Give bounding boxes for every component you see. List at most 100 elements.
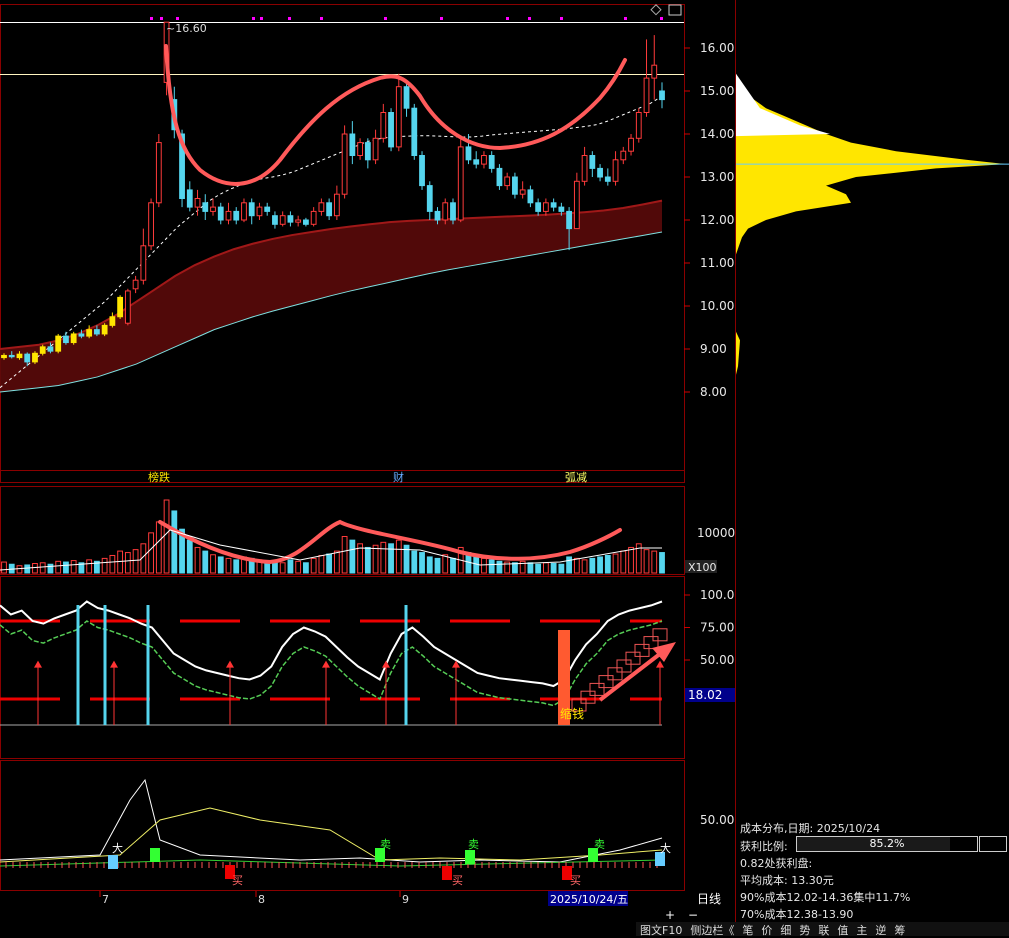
candle-body [217, 206, 224, 221]
candle-body [241, 202, 247, 221]
volume-bar [333, 550, 340, 574]
tab-9[interactable]: 逆 [871, 922, 890, 937]
top-marker [440, 17, 443, 20]
candle-body [140, 245, 147, 281]
top-marker [160, 17, 163, 20]
volume-bar [47, 563, 54, 574]
top-marker [528, 17, 531, 20]
candle-body [63, 335, 69, 344]
tab-4[interactable]: 细 [776, 922, 795, 937]
candle-body [16, 353, 23, 359]
candle-body [86, 329, 93, 337]
candle-body [47, 346, 54, 352]
profit-ratio-bar: 85.2% [796, 836, 978, 852]
candle-body [581, 155, 588, 182]
background [0, 0, 1009, 936]
cost-90-range: 90%成本12.02-14.36集中11.7% [740, 891, 911, 904]
candle-body [55, 335, 62, 352]
signal-buy-3: 买 [570, 874, 581, 887]
candle-body [326, 202, 333, 217]
candle-body [434, 210, 441, 221]
zoom-out-button[interactable]: − [688, 908, 698, 922]
volume-bar [303, 562, 309, 574]
candle-body [542, 202, 549, 212]
volume-bar [155, 521, 162, 574]
zoom-in-button[interactable]: + [665, 908, 675, 922]
note-1: 榜跌 [148, 470, 170, 484]
top-marker [560, 17, 563, 20]
tab-8[interactable]: 主 [852, 922, 871, 937]
volume-bar [512, 562, 518, 574]
candle-body [612, 159, 619, 182]
candle-body [504, 176, 511, 187]
candle-body [364, 142, 371, 161]
volume-unit: X100 [688, 561, 717, 574]
tab-6[interactable]: 联 [814, 922, 833, 937]
volume-bar [581, 559, 588, 574]
volume-bar [419, 552, 425, 574]
candle-body [357, 142, 363, 157]
volume-bar [310, 557, 317, 574]
volume-bar [589, 557, 596, 574]
candle-body [210, 206, 216, 212]
volume-bar [434, 557, 441, 574]
candle-body [117, 296, 124, 318]
volume-bar [217, 556, 224, 574]
volume-bar [535, 563, 542, 574]
profit-at-line: 0.82处获利盘: [740, 857, 813, 870]
volume-bar [659, 552, 665, 574]
volume-bar [426, 556, 433, 574]
price-tick-label: 14.00 [700, 127, 734, 141]
volume-bar [148, 532, 154, 574]
candle-body [604, 176, 611, 182]
candle-body [132, 279, 139, 290]
volume-bar [442, 554, 449, 574]
price-tick-label: 8.00 [700, 385, 727, 399]
volume-bar [39, 562, 46, 574]
note-2: 财 [393, 470, 404, 484]
tab-3[interactable]: 价 [757, 922, 776, 937]
volume-bar [612, 553, 619, 574]
volume-bar [171, 510, 178, 574]
volume-bar [63, 561, 69, 574]
month-label: 8 [258, 893, 265, 906]
candle-body [78, 333, 85, 337]
candle-body [527, 189, 534, 204]
candle-body [450, 202, 456, 221]
candle-body [333, 193, 340, 217]
candle-body [349, 133, 356, 156]
tab-10[interactable]: 筹 [890, 922, 909, 937]
price-tick-label: 13.00 [700, 170, 734, 184]
tab-1[interactable]: 侧边栏《 [686, 922, 738, 937]
volume-bar [643, 549, 650, 574]
bot-signal-box [108, 855, 118, 869]
price-tick-label: 10.00 [700, 299, 734, 313]
tab-5[interactable]: 势 [795, 922, 814, 937]
candle-body [256, 206, 263, 217]
top-marker [252, 17, 255, 20]
candle-body [628, 137, 634, 152]
volume-bar [481, 557, 487, 574]
tab-0[interactable]: 图文F10 [636, 922, 686, 937]
volume-bar [1, 561, 7, 574]
candle-body [225, 210, 232, 221]
ratio-input-box[interactable] [979, 836, 1007, 852]
candle-body [341, 133, 348, 195]
note-3: 弧减 [565, 470, 587, 484]
volume-bar [372, 544, 379, 574]
candle-body [287, 215, 294, 223]
month-label: 9 [402, 893, 409, 906]
bot-signal-box [442, 866, 452, 880]
average-cost: 平均成本: 13.30元 [740, 874, 834, 887]
candle-body [264, 206, 271, 212]
candle-body [419, 155, 425, 187]
candle-body [279, 215, 286, 225]
candle-body [512, 176, 518, 195]
candle-body [109, 316, 116, 326]
volume-bar [620, 550, 627, 574]
tab-7[interactable]: 值 [833, 922, 852, 937]
candle-body [24, 353, 31, 363]
ind-badge: 18.02 [688, 688, 722, 702]
volume-bar [380, 541, 387, 574]
tab-2[interactable]: 笔 [738, 922, 757, 937]
